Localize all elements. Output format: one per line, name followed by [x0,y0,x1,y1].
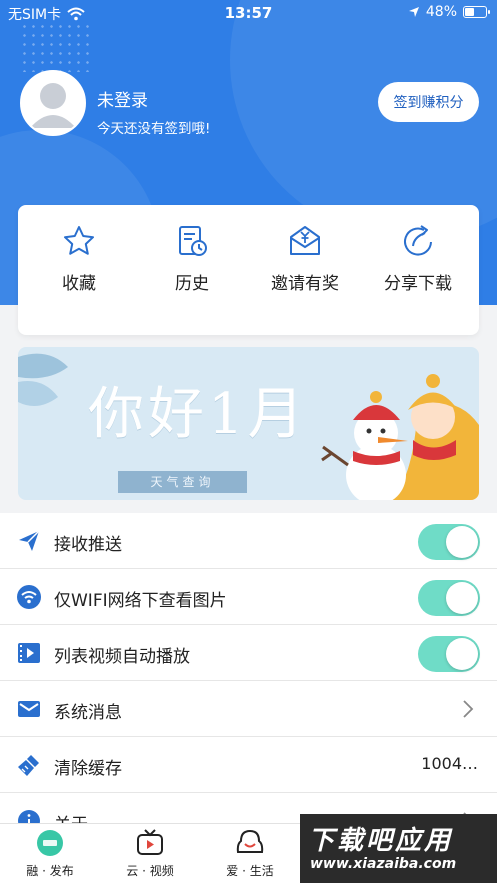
chevron-right-icon [463,700,474,718]
tab-label: 融 · 发布 [26,864,74,878]
video-icon [18,643,40,663]
setting-row-messages[interactable]: 系统消息 [0,681,497,737]
wifi-icon [17,585,41,609]
snowman-girl-illustration-icon [321,374,479,500]
watermark-overlay: 下载吧应用 www.xiazaiba.com [300,814,497,883]
autoplay-toggle[interactable] [418,636,480,672]
user-name[interactable]: 未登录 [97,86,148,111]
setting-label: 仅WIFI网络下查看图片 [54,591,227,611]
quick-actions-card: 收藏 历史 邀请有奖 分享下载 [18,205,479,335]
tab-label: 爱 · 生活 [226,864,274,878]
quick-action-invite[interactable]: 邀请有奖 [255,223,355,294]
broom-icon [18,755,39,776]
watermark-title: 下载吧应用 [308,826,454,856]
setting-label: 清除缓存 [54,759,122,779]
star-icon [64,226,94,255]
toggle-knob [446,526,478,558]
wifi-images-toggle[interactable] [418,580,480,616]
quick-action-label: 收藏 [62,274,96,294]
status-bar: 无SIM卡 13:57 48% [0,0,497,26]
quick-action-share[interactable]: 分享下载 [368,223,468,294]
setting-row-push[interactable]: 接收推送 [0,513,497,569]
location-arrow-icon [408,7,419,17]
battery-percent: 48% [425,4,457,20]
header-dots-pattern [20,22,90,72]
battery-fill [465,8,475,16]
send-icon [19,530,40,551]
setting-label: 接收推送 [54,535,122,555]
tab-life[interactable]: 爱 · 生活 [205,828,295,879]
toggle-knob [446,638,478,670]
history-icon [179,226,207,256]
watermark-url: www.xiazaiba.com [310,856,457,872]
signin-tip: 今天还没有签到哦! [97,121,211,137]
setting-row-autoplay[interactable]: 列表视频自动播放 [0,625,497,681]
battery-icon [463,6,490,18]
signin-button[interactable]: 签到赚积分 [378,82,479,122]
banner-subtitle: 天气查询 [118,471,247,493]
setting-row-clear-cache[interactable]: 清除缓存 1004… [0,737,497,793]
tab-label: 云 · 视频 [126,864,174,878]
invite-icon [290,226,320,255]
mail-icon [18,701,40,717]
tab-publish[interactable]: 融 · 发布 [5,828,95,879]
leaf-decoration-icon [18,353,68,406]
cache-size-value: 1004… [421,754,478,773]
promo-banner[interactable]: 你好1月 天气查询 [18,347,479,500]
toggle-knob [446,582,478,614]
quick-action-label: 邀请有奖 [271,274,339,294]
banner-title: 你好1月 [88,382,308,447]
quick-action-label: 历史 [175,274,209,294]
quick-action-favorites[interactable]: 收藏 [29,223,129,294]
share-icon [404,225,432,256]
quick-action-label: 分享下载 [384,274,452,294]
tab-video[interactable]: 云 · 视频 [105,828,195,879]
tv-icon [137,829,163,855]
home-icon [37,830,63,856]
user-silhouette-icon [22,72,84,134]
avatar[interactable] [20,70,86,136]
setting-row-wifi-images[interactable]: 仅WIFI网络下查看图片 [0,569,497,625]
life-icon [236,829,264,853]
settings-list: 接收推送 仅WIFI网络下查看图片 列表视频自动播放 系统消息 清除缓存 100… [0,513,497,849]
setting-label: 系统消息 [54,703,122,723]
quick-action-history[interactable]: 历史 [142,223,242,294]
setting-label: 列表视频自动播放 [54,647,190,667]
push-toggle[interactable] [418,524,480,560]
